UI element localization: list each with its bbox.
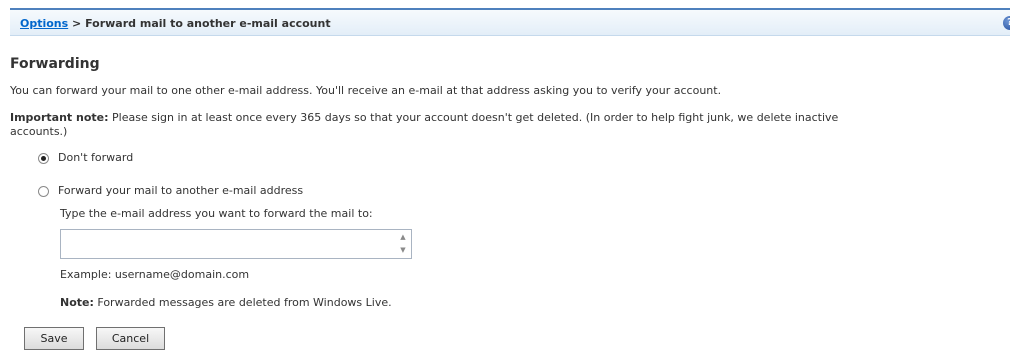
forward-note-label: Note: bbox=[60, 296, 94, 309]
help-icon[interactable]: ? bbox=[1003, 16, 1010, 30]
forward-label[interactable]: Forward your mail to another e-mail addr… bbox=[58, 184, 303, 197]
breadcrumb-separator: > bbox=[68, 17, 86, 30]
breadcrumb-current: Forward mail to another e-mail account bbox=[85, 17, 331, 30]
save-button[interactable]: Save bbox=[24, 327, 84, 350]
forward-note: Note: Forwarded messages are deleted fro… bbox=[60, 296, 392, 309]
page-title: Forwarding bbox=[10, 56, 100, 72]
dont-forward-label[interactable]: Don't forward bbox=[58, 151, 133, 164]
intro-text: You can forward your mail to one other e… bbox=[10, 84, 722, 97]
breadcrumb: Options > Forward mail to another e-mail… bbox=[20, 17, 331, 30]
scroll-down-icon[interactable]: ▼ bbox=[396, 244, 410, 257]
forward-note-text: Forwarded messages are deleted from Wind… bbox=[93, 296, 392, 309]
scroll-up-icon[interactable]: ▲ bbox=[396, 231, 410, 244]
example-text: Example: username@domain.com bbox=[60, 268, 250, 281]
forward-email-field[interactable]: ▲ ▼ bbox=[60, 229, 412, 259]
forward-radio[interactable] bbox=[38, 186, 49, 197]
forward-prompt: Type the e-mail address you want to forw… bbox=[60, 207, 373, 220]
important-note: Important note: Please sign in at least … bbox=[10, 111, 838, 124]
important-note-label: Important note: bbox=[10, 111, 109, 124]
input-scrollbar[interactable]: ▲ ▼ bbox=[396, 231, 410, 257]
breadcrumb-options-link[interactable]: Options bbox=[20, 17, 68, 30]
cancel-button[interactable]: Cancel bbox=[96, 327, 165, 350]
important-note-text: Please sign in at least once every 365 d… bbox=[108, 111, 839, 124]
page-header: Options > Forward mail to another e-mail… bbox=[10, 8, 1010, 36]
important-note-continued: accounts.) bbox=[10, 125, 68, 138]
forward-email-input[interactable] bbox=[63, 232, 401, 256]
dont-forward-radio[interactable] bbox=[38, 153, 49, 164]
